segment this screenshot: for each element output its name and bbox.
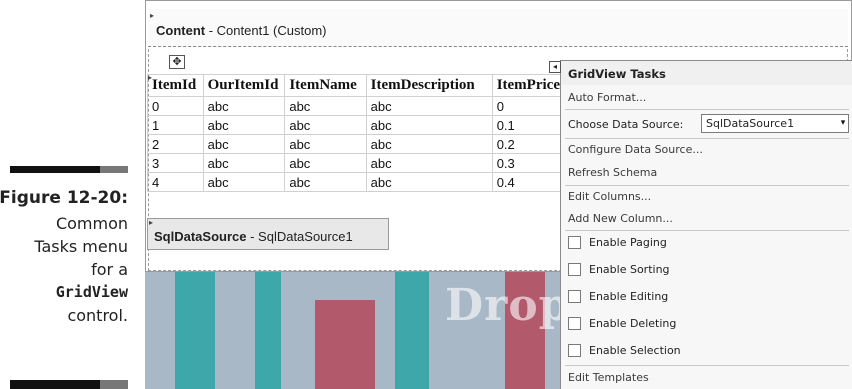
caption-line: for a	[91, 260, 128, 279]
auto-format-link[interactable]: Auto Format...	[561, 91, 852, 104]
figure-caption: Figure 12-20: Common Tasks menu for a Gr…	[0, 0, 140, 389]
datasource-type: SqlDataSource	[154, 229, 247, 244]
grid-cell: 0.4	[491, 172, 566, 192]
enable-sorting-option[interactable]: Enable Sorting	[568, 263, 838, 279]
grid-cell: 1	[147, 115, 204, 135]
table-row: 3 abc abc abc 0.3	[147, 153, 566, 173]
grid-cell: 3	[147, 153, 204, 173]
data-source-select[interactable]: SqlDataSource1 ▾	[701, 114, 849, 133]
table-row: 2 abc abc abc 0.2	[147, 134, 566, 154]
caption-bar-top	[10, 166, 128, 173]
grid-header-cell[interactable]: OurItemId	[202, 74, 286, 97]
configure-data-source-link[interactable]: Configure Data Source...	[561, 143, 852, 156]
grid-cell: abc	[202, 115, 286, 135]
move-handle-icon[interactable]: ✥	[169, 55, 185, 69]
grid-header-cell[interactable]: ItemId	[147, 74, 204, 97]
enable-editing-checkbox[interactable]	[568, 290, 581, 303]
grid-cell: abc	[365, 96, 493, 116]
grid-header-cell[interactable]: ItemPrice	[491, 74, 566, 97]
grid-cell: abc	[284, 172, 367, 192]
grid-cell: 2	[147, 134, 204, 154]
grid-cell: abc	[365, 115, 493, 135]
grid-cell: abc	[365, 153, 493, 173]
enable-paging-option[interactable]: Enable Paging	[568, 236, 838, 252]
enable-sorting-checkbox[interactable]	[568, 263, 581, 276]
edit-columns-link[interactable]: Edit Columns...	[561, 190, 852, 203]
table-row: 1 abc abc abc 0.1	[147, 115, 566, 135]
gridview-tasks-panel: ◂ GridView Tasks Auto Format... Choose D…	[549, 60, 852, 389]
enable-deleting-label: Enable Deleting	[589, 317, 677, 330]
tasks-title: GridView Tasks	[561, 61, 852, 85]
grid-header-row: ItemId OurItemId ItemName ItemDescriptio…	[147, 74, 566, 97]
grid-cell: abc	[202, 153, 286, 173]
designer-screenshot: DropB ▸ Content - Content1 (Custom) ✥ ▸ …	[145, 0, 852, 389]
datasource-id: - SqlDataSource1	[246, 229, 353, 244]
content-label-suffix: - Content1 (Custom)	[205, 23, 327, 38]
caption-text: Common Tasks menu for a GridView control…	[0, 212, 128, 327]
grid-header-cell[interactable]: ItemDescription	[365, 74, 493, 97]
enable-deleting-option[interactable]: Enable Deleting	[568, 317, 838, 333]
divider	[565, 109, 849, 110]
edit-templates-link[interactable]: Edit Templates	[561, 371, 852, 384]
enable-selection-checkbox[interactable]	[568, 344, 581, 357]
smart-tag-icon[interactable]: ▸	[150, 11, 154, 20]
caption-code: GridView	[55, 283, 128, 301]
enable-editing-option[interactable]: Enable Editing	[568, 290, 838, 306]
content-title: Content - Content1 (Custom)	[156, 23, 326, 38]
caption-line: control.	[67, 306, 128, 325]
grid-cell: 0	[147, 96, 204, 116]
figure-number: Figure 12-20:	[0, 188, 128, 208]
divider	[565, 185, 849, 186]
collapse-arrow-icon[interactable]: ◂	[549, 61, 561, 73]
divider	[565, 230, 849, 231]
datasource-label: SqlDataSource - SqlDataSource1	[154, 229, 353, 244]
divider	[565, 365, 849, 366]
enable-selection-option[interactable]: Enable Selection	[568, 344, 838, 360]
chevron-down-icon[interactable]: ▾	[838, 115, 848, 132]
caption-line: Tasks menu	[34, 237, 128, 256]
watermark-shape	[395, 262, 429, 389]
watermark-shape	[315, 300, 375, 389]
data-source-select-value: SqlDataSource1	[706, 117, 795, 130]
grid-cell: 0	[491, 96, 566, 116]
grid-cell: abc	[284, 153, 367, 173]
enable-sorting-label: Enable Sorting	[589, 263, 670, 276]
content-header: ▸ Content - Content1 (Custom)	[148, 9, 848, 47]
datasource-smart-tag-icon[interactable]: ▸	[149, 218, 153, 227]
grid-cell: 0.3	[491, 153, 566, 173]
content-label: Content	[156, 23, 206, 38]
sql-data-source-control[interactable]: ▸ SqlDataSource - SqlDataSource1	[147, 218, 389, 250]
caption-bar-bottom	[10, 380, 128, 389]
enable-editing-label: Enable Editing	[589, 290, 669, 303]
grid-header-cell[interactable]: ItemName	[284, 74, 367, 97]
grid-cell: abc	[202, 134, 286, 154]
add-new-column-link[interactable]: Add New Column...	[561, 212, 852, 225]
gridview[interactable]: ItemId OurItemId ItemName ItemDescriptio…	[147, 74, 566, 192]
table-row: 4 abc abc abc 0.4	[147, 172, 566, 192]
caption-line: Common	[55, 214, 128, 233]
enable-selection-label: Enable Selection	[589, 344, 681, 357]
refresh-schema-link[interactable]: Refresh Schema	[561, 166, 852, 179]
grid-cell: abc	[202, 172, 286, 192]
grid-cell: abc	[284, 115, 367, 135]
divider	[565, 138, 849, 139]
enable-paging-label: Enable Paging	[589, 236, 667, 249]
grid-cell: 0.2	[491, 134, 566, 154]
grid-cell: abc	[284, 134, 367, 154]
enable-deleting-checkbox[interactable]	[568, 317, 581, 330]
enable-paging-checkbox[interactable]	[568, 236, 581, 249]
grid-cell: abc	[365, 172, 493, 192]
grid-cell: 0.1	[491, 115, 566, 135]
grid-cell: abc	[284, 96, 367, 116]
choose-data-source-label: Choose Data Source:	[568, 118, 684, 131]
grid-cell: abc	[365, 134, 493, 154]
table-row: 0 abc abc abc 0	[147, 96, 566, 116]
grid-cell: 4	[147, 172, 204, 192]
grid-cell: abc	[202, 96, 286, 116]
